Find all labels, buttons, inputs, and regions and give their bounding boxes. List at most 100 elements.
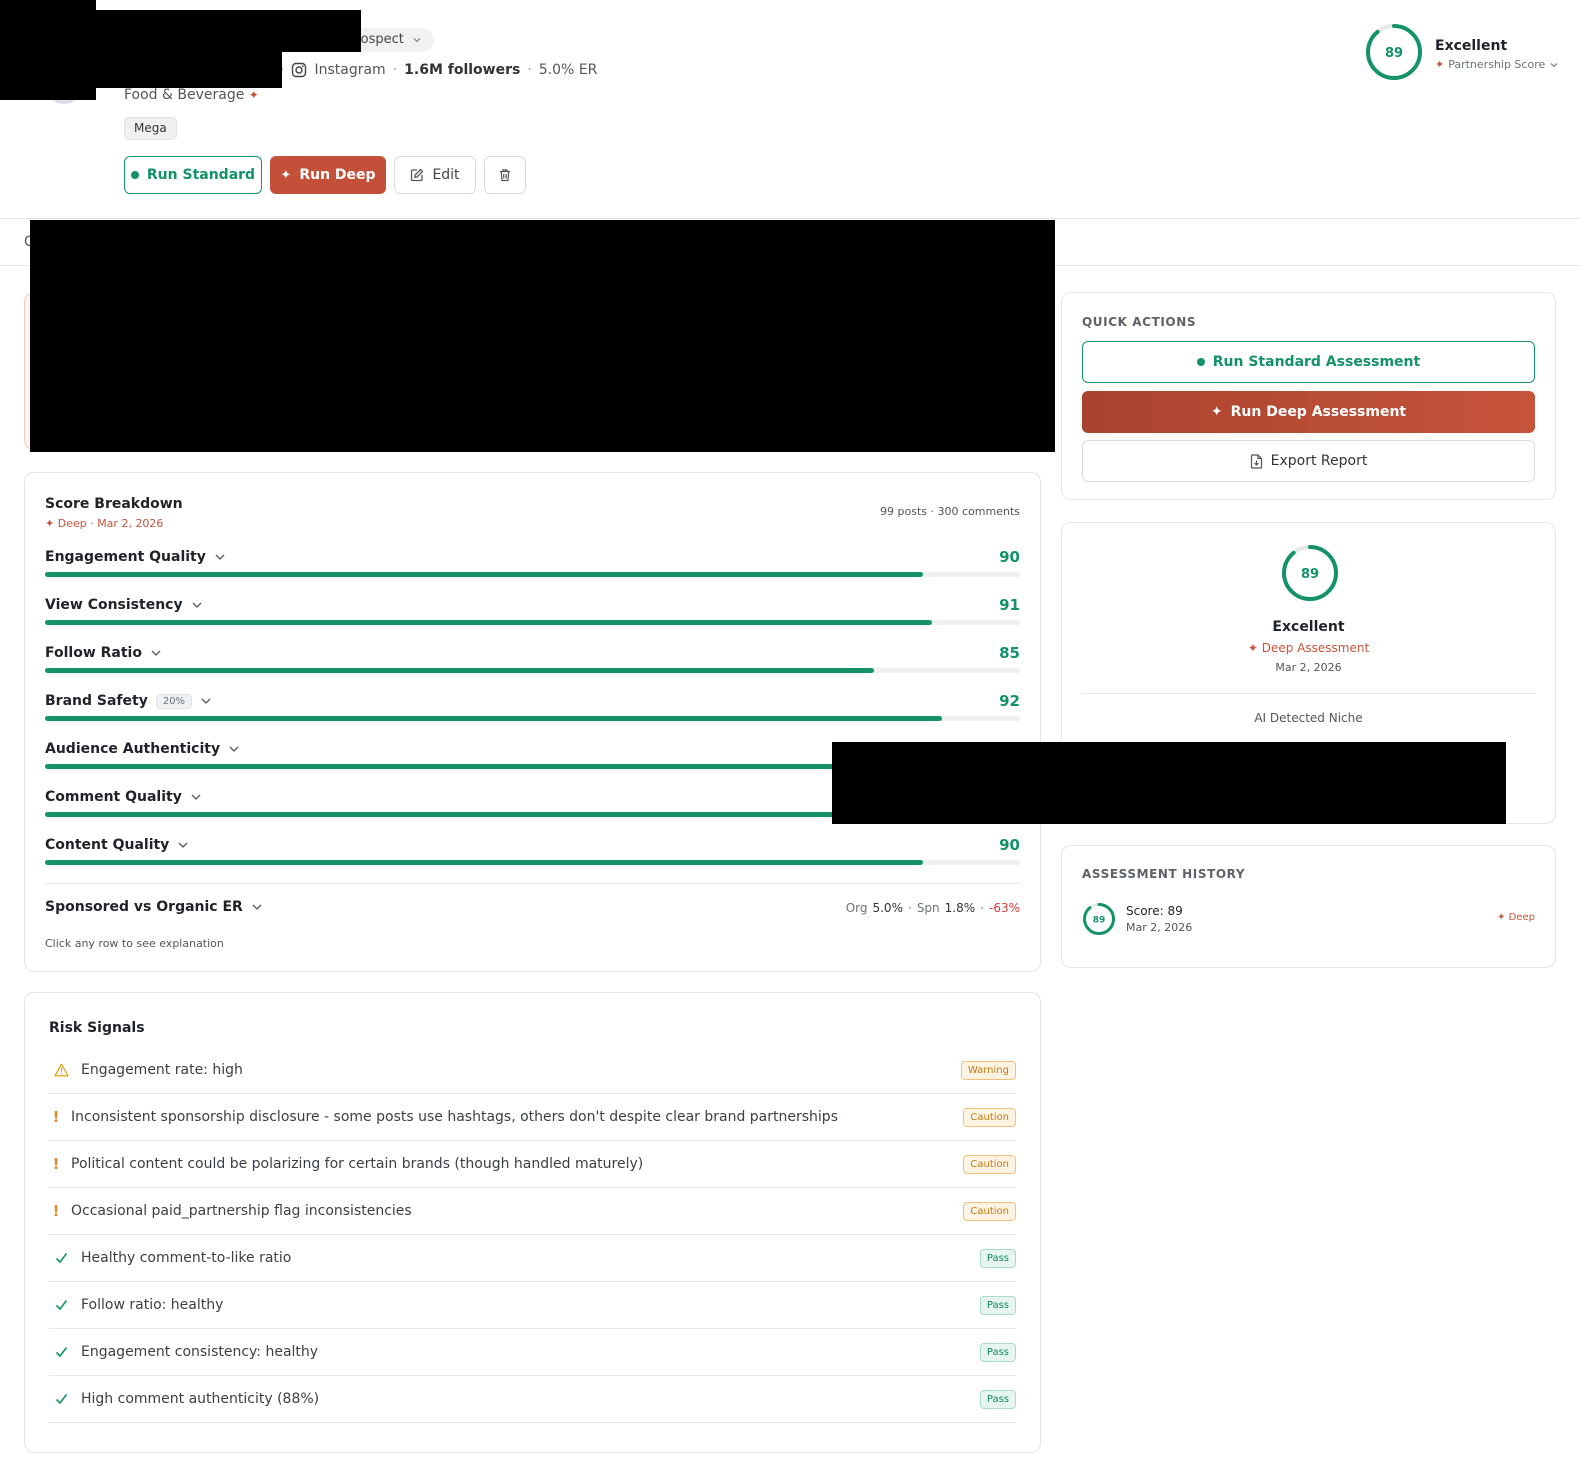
spn-label: Spn xyxy=(916,901,940,915)
risk-icon-wrap: ! xyxy=(49,1155,63,1173)
run-deep-label: Run Deep xyxy=(299,167,376,183)
redaction-block xyxy=(96,52,282,88)
score-summary-value: 89 xyxy=(1301,567,1319,582)
score-bar-track xyxy=(45,572,1020,577)
chevron-down-icon xyxy=(229,746,239,752)
chevron-down-icon xyxy=(191,794,201,800)
chevron-down-icon xyxy=(201,698,211,704)
score-bar-track xyxy=(45,860,1020,865)
sponsored-vs-organic-row[interactable]: Sponsored vs Organic ER xyxy=(45,899,263,915)
risk-level-badge: Pass xyxy=(979,1248,1016,1268)
risk-level-badge: Caution xyxy=(963,1154,1016,1174)
risk-icon-wrap xyxy=(49,1299,73,1311)
history-item[interactable]: 89 Score: 89 Mar 2, 2026 ✦ Deep xyxy=(1082,902,1535,938)
run-standard-assessment-button[interactable]: Run Standard Assessment xyxy=(1082,341,1535,383)
breakdown-row[interactable]: Engagement Quality xyxy=(45,549,226,565)
sparkle-icon: ✦ xyxy=(1497,912,1506,923)
risk-icon-wrap: ! xyxy=(49,1202,63,1220)
breakdown-row-score: 90 xyxy=(999,548,1020,566)
run-deep-assessment-button[interactable]: ✦ Run Deep Assessment xyxy=(1082,391,1535,433)
risk-icon-wrap xyxy=(49,1393,73,1405)
score-summary-type: ✦ Deep Assessment xyxy=(1062,641,1555,655)
follower-count: 1.6M followers xyxy=(404,62,521,78)
risk-signal-row: ! Inconsistent sponsorship disclosure - s… xyxy=(49,1094,1016,1141)
breakdown-row[interactable]: Audience Authenticity xyxy=(45,741,240,757)
score-breakdown-card: Score Breakdown ✦ Deep · Mar 2, 2026 99 … xyxy=(24,472,1041,972)
sponsored-divider xyxy=(45,883,1020,884)
score-summary-divider xyxy=(1082,693,1535,694)
risk-level-badge: Pass xyxy=(979,1295,1016,1315)
redaction-block xyxy=(30,220,1055,452)
breakdown-hint: Click any row to see explanation xyxy=(45,937,224,950)
risk-icon-wrap xyxy=(49,1252,73,1264)
risk-signal-row: High comment authenticity (88%) Pass xyxy=(49,1376,1016,1423)
breakdown-row-label: Content Quality xyxy=(45,837,170,853)
score-breakdown-title: Score Breakdown xyxy=(45,496,183,512)
risk-signal-row: Engagement rate: high Warning xyxy=(49,1047,1016,1094)
score-breakdown-subtitle: ✦ Deep · Mar 2, 2026 xyxy=(45,517,163,530)
breakdown-row-label: Brand Safety xyxy=(45,693,148,709)
sparkle-icon: ✦ xyxy=(1210,404,1223,420)
caution-icon: ! xyxy=(52,1155,60,1173)
risk-level-badge: Caution xyxy=(963,1201,1016,1221)
stat-separator: · xyxy=(980,901,984,915)
run-standard-button[interactable]: Run Standard xyxy=(124,156,262,194)
chevron-down-icon xyxy=(178,842,188,848)
risk-signal-text: Healthy comment-to-like ratio xyxy=(81,1250,292,1266)
score-bar-fill xyxy=(45,764,923,769)
check-icon xyxy=(55,1347,67,1358)
edit-button[interactable]: Edit xyxy=(394,156,476,194)
breakdown-row-score: 91 xyxy=(999,596,1020,614)
breakdown-row[interactable]: View Consistency xyxy=(45,597,203,613)
breakdown-row[interactable]: Comment Quality xyxy=(45,789,202,805)
ai-niche-title: AI Detected Niche xyxy=(1254,711,1363,725)
risk-level-badge: Caution xyxy=(963,1107,1016,1127)
breakdown-row-label: Comment Quality xyxy=(45,789,182,805)
risk-icon-wrap xyxy=(49,1346,73,1358)
breakdown-row[interactable]: Follow Ratio xyxy=(45,645,162,661)
breakdown-row[interactable]: Brand Safety 20% xyxy=(45,693,212,709)
tier-badge: Mega xyxy=(124,117,177,140)
meta-separator: · xyxy=(392,62,398,78)
chevron-down-icon xyxy=(192,602,202,608)
export-report-button[interactable]: Export Report xyxy=(1082,440,1535,482)
chevron-down-icon xyxy=(413,37,421,42)
risk-signal-row: ! Political content could be polarizing f… xyxy=(49,1141,1016,1188)
history-score-value: 89 xyxy=(1093,916,1106,926)
history-date: Mar 2, 2026 xyxy=(1126,921,1193,934)
trash-icon xyxy=(500,169,510,182)
partnership-score-sublabel: Partnership Score xyxy=(1448,58,1546,71)
score-bar-fill xyxy=(45,572,923,577)
chevron-down-icon xyxy=(1550,62,1558,67)
score-bar-fill xyxy=(45,812,903,817)
breakdown-row-label: Engagement Quality xyxy=(45,549,206,565)
history-score-ring: 89 xyxy=(1083,903,1115,935)
standard-dot-icon xyxy=(130,171,139,179)
risk-signal-text: High comment authenticity (88%) xyxy=(81,1391,320,1407)
sparkle-icon: ✦ xyxy=(280,167,292,183)
risk-signal-row: Engagement consistency: healthy Pass xyxy=(49,1329,1016,1376)
risk-signals-card: Risk Signals Engagement rate: high Warnin… xyxy=(24,992,1041,1453)
chevron-down-icon xyxy=(252,904,262,910)
risk-signal-text: Engagement consistency: healthy xyxy=(81,1344,319,1360)
sparkle-icon: ✦ xyxy=(45,517,55,530)
risk-level-badge: Warning xyxy=(960,1060,1016,1080)
breakdown-row-label: Audience Authenticity xyxy=(45,741,221,757)
partnership-score-value: 89 xyxy=(1385,46,1403,61)
delete-button[interactable] xyxy=(484,156,526,194)
risk-level-badge: Pass xyxy=(979,1342,1016,1362)
run-standard-label: Run Standard xyxy=(146,167,256,183)
redaction-block xyxy=(0,0,96,100)
instagram-icon xyxy=(292,62,307,78)
breakdown-row[interactable]: Content Quality xyxy=(45,837,189,853)
score-summary-type-text: Deep Assessment xyxy=(1261,641,1370,655)
run-deep-button[interactable]: ✦ Run Deep xyxy=(270,156,386,194)
platform-name: Instagram xyxy=(314,62,386,78)
sparkle-icon: ✦ xyxy=(1247,641,1258,655)
score-breakdown-subtitle-text: Deep · Mar 2, 2026 xyxy=(57,517,164,530)
history-type: ✦ Deep xyxy=(1497,912,1535,923)
partnership-score-dropdown[interactable]: ✦ Partnership Score xyxy=(1435,58,1559,71)
export-report-label: Export Report xyxy=(1270,453,1368,469)
risk-signal-text: Inconsistent sponsorship disclosure - so… xyxy=(71,1109,838,1125)
partnership-score-label: Excellent xyxy=(1435,38,1508,54)
